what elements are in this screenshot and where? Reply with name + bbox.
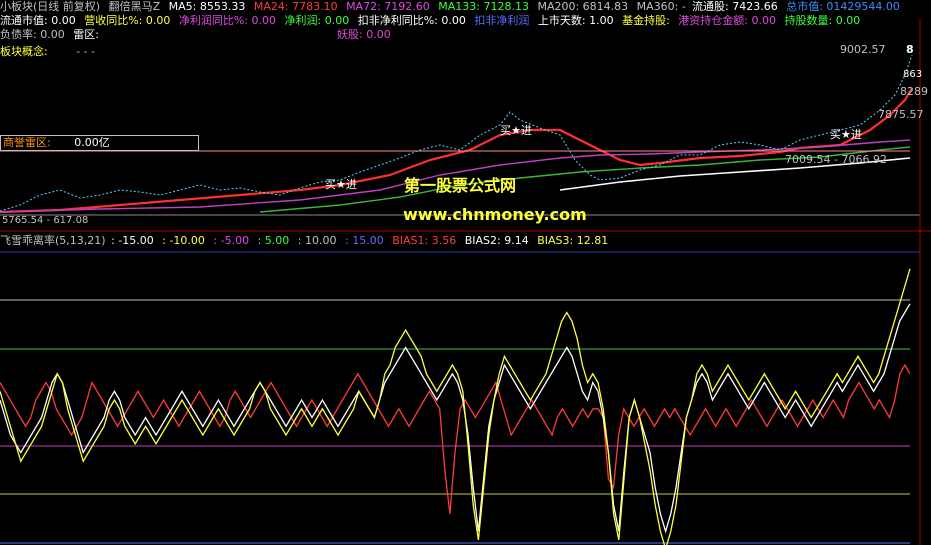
hk-holdings: 港资持仓金额: 0.00: [678, 14, 776, 27]
ma5-value: MA5: 8553.33: [168, 0, 246, 13]
level-minus-15: : -15.00: [111, 234, 154, 247]
profit-yoy: 净利润同比%: 0.00: [178, 14, 277, 27]
ma24-value: MA24: 7783.10: [253, 0, 338, 13]
price-and-bias-chart: [0, 18, 931, 545]
goodwill-label: 商誉雷区:: [3, 136, 51, 149]
bias1-series-line: [0, 363, 911, 514]
deducted-profit: 扣非净利润: [474, 14, 530, 27]
bias3-series-line: [0, 268, 911, 545]
bias1-value: BIAS1: 3.56: [392, 234, 457, 247]
bias-header: 飞雪乖离率(5,13,21) : -15.00 : -10.00 : -5.00…: [0, 234, 613, 248]
chart-title[interactable]: 小板块(日线 前复权): [0, 0, 100, 13]
ma72-value: MA72: 7192.60: [346, 0, 430, 13]
low-price-label: 5765.54 - 617.08: [2, 215, 89, 226]
revenue-yoy: 营收同比%: 0.00: [84, 14, 171, 27]
header-row-1-right: 流通股: 7423.66 总市值: 01429544.00: [692, 0, 905, 14]
watermark-title: 第一股票公式网: [404, 176, 517, 195]
monster-stock: 妖股: 0.00: [337, 28, 396, 42]
total-cap: 总市值: 01429544.00: [786, 0, 900, 13]
buy-signal-1: 买★进: [325, 178, 357, 191]
indicator-name[interactable]: 翻倍黑马Z: [109, 0, 161, 13]
ma133-value: MA133: 7128.13: [438, 0, 529, 13]
deducted-profit-yoy: 扣非净利同比%: 0.00: [357, 14, 466, 27]
header-row-2: 流通市值: 0.00 营收同比%: 0.00 净利润同比%: 0.00 净利润:…: [0, 14, 865, 28]
debt-ratio: 负债率: 0.00: [0, 28, 65, 41]
float-cap: 流通市值: 0.00: [0, 14, 76, 27]
price-label-8289: 8289: [900, 85, 928, 98]
header-row-1: 小板块(日线 前复权) 翻倍黑马Z MA5: 8553.33 MA24: 778…: [0, 0, 691, 14]
bias2-value: BIAS2: 9.14: [464, 234, 529, 247]
header-row-4: 板块概念: - - -: [0, 45, 100, 59]
bias-panel: [0, 268, 911, 545]
fund-holdings: 基金持股:: [622, 14, 670, 27]
range-label: 7009.54 - 7066.92: [785, 153, 887, 166]
days-listed: 上市天数: 1.00: [537, 14, 614, 27]
ma360-value: MA360: -: [636, 0, 686, 13]
bias3-value: BIAS3: 12.81: [537, 234, 609, 247]
net-profit: 净利润: 0.00: [284, 14, 350, 27]
ma200-value: MA200: 6814.83: [537, 0, 629, 13]
goodwill-value: 0.00亿: [74, 136, 110, 149]
bias-indicator-name[interactable]: 飞雪乖离率(5,13,21): [0, 234, 106, 247]
buy-signal-3: 买★进: [830, 128, 862, 141]
bias2-series-line: [0, 303, 911, 534]
concept-label: 板块概念:: [0, 45, 48, 58]
goodwill-box: 商誉雷区: 0.00亿: [0, 135, 199, 151]
hold-quantity: 持股数量: 0.00: [784, 14, 861, 27]
watermark-url: www.chnmoney.com: [403, 205, 587, 224]
level-minus-5: : -5.00: [213, 234, 250, 247]
liutong-gu: 流通股: 7423.66: [692, 0, 778, 13]
monster-stock-value: 妖股: 0.00: [337, 28, 391, 41]
buy-signal-2: 买★进: [500, 124, 532, 137]
level-15: : 15.00: [345, 234, 384, 247]
level-5: : 5.00: [257, 234, 290, 247]
concept-value: - - -: [76, 45, 96, 58]
price-label-7875: 7875.57: [878, 108, 924, 121]
level-10: : 10.00: [297, 234, 337, 247]
price-label-863: 863: [903, 69, 923, 80]
level-minus-10: : -10.00: [162, 234, 205, 247]
risk-zone: 雷区:: [73, 28, 99, 41]
digit-label: 8: [906, 43, 914, 56]
header-row-3: 负债率: 0.00 雷区:: [0, 28, 104, 42]
high-price-label: 9002.57: [840, 43, 886, 56]
